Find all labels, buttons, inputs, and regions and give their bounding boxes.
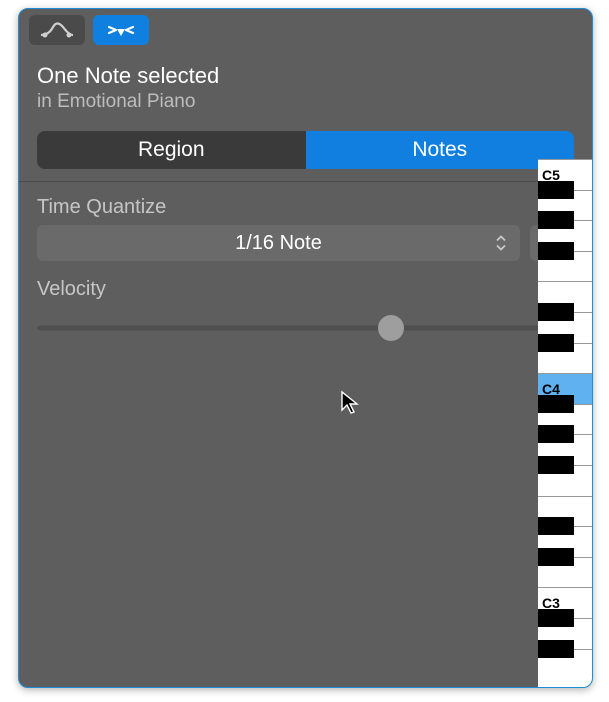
time-quantize-select[interactable]: 1/16 Note [37,225,520,261]
controls-panel: Time Quantize 1/16 Note Q Velocity 85 [19,182,592,343]
piano-black-key[interactable] [538,640,574,658]
piano-black-key[interactable] [538,548,574,566]
piano-black-key[interactable] [538,609,574,627]
toolbar [19,9,592,53]
time-quantize-label: Time Quantize [37,196,574,219]
chevron-up-down-icon [494,236,508,251]
inspector-window: One Note selected in Emotional Piano Reg… [18,8,593,688]
selection-subtitle: in Emotional Piano [37,91,574,113]
mouse-cursor-icon [339,390,361,416]
velocity-slider[interactable] [37,313,574,343]
tab-region[interactable]: Region [37,131,306,169]
piano-black-key[interactable] [538,211,574,229]
piano-key-label: C4 [542,381,560,397]
piano-black-key[interactable] [538,395,574,413]
piano-ruler[interactable]: C5 C4 C3 [538,159,592,687]
inspector-tabs: Region Notes [37,131,574,169]
piano-black-key[interactable] [538,425,574,443]
tab-notes[interactable]: Notes [306,131,575,169]
selection-header: One Note selected in Emotional Piano [19,53,592,125]
piano-black-key[interactable] [538,181,574,199]
selection-title: One Note selected [37,63,574,89]
catch-playhead-button[interactable] [93,15,149,45]
piano-black-key[interactable] [538,517,574,535]
piano-black-key[interactable] [538,456,574,474]
piano-black-key[interactable] [538,334,574,352]
automation-tool-button[interactable] [29,15,85,45]
piano-key-label: C3 [542,595,560,611]
automation-curve-icon [39,21,75,39]
time-quantize-value: 1/16 Note [235,232,322,255]
velocity-label: Velocity [37,278,106,301]
catch-playhead-icon [104,19,138,41]
piano-black-key[interactable] [538,303,574,321]
piano-black-key[interactable] [538,242,574,260]
slider-thumb[interactable] [378,315,404,341]
piano-key-label: C5 [542,167,560,183]
slider-track [37,326,574,331]
